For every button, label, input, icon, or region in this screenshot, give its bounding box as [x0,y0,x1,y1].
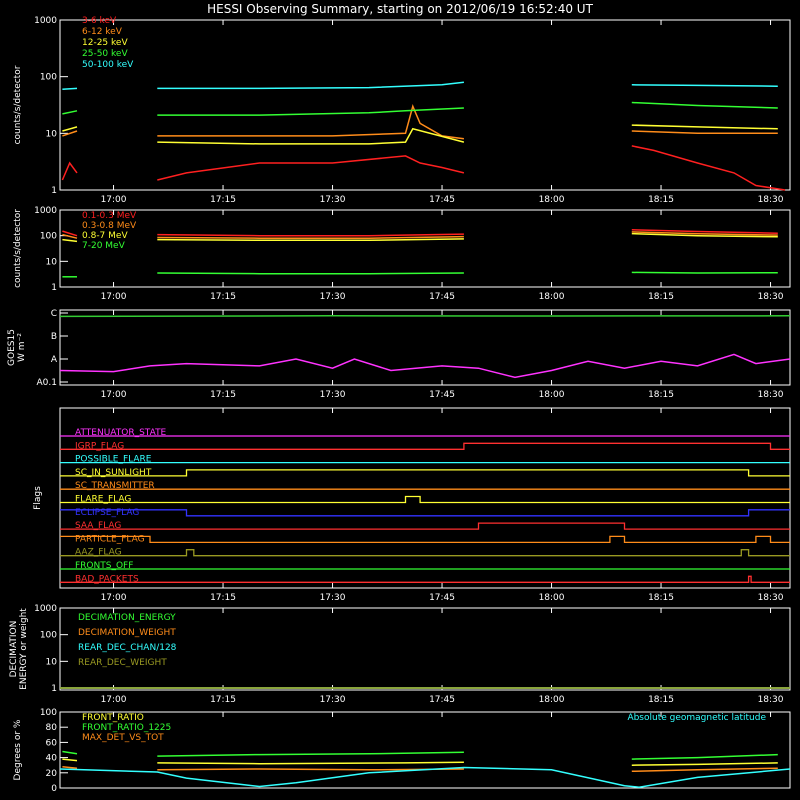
legend-entry: 3-6 keV [82,16,117,26]
y-tick-label: 20 [46,769,58,779]
legend-entry: 12-25 keV [82,38,128,48]
y-tick-label: A0.1 [37,378,57,388]
x-tick-label: 17:00 [101,593,127,603]
y-tick-label: C [51,309,57,319]
x-tick-label: 17:30 [320,593,346,603]
y-axis-label: GOES15 [7,329,17,366]
legend-entry: 0.1-0.3 MeV [82,211,137,221]
x-tick-label: 17:30 [320,292,346,302]
y-axis-label: ENERGY or weight [19,608,29,690]
x-tick-label: 18:15 [648,292,674,302]
legend-entry: FRONT_RATIO_1225 [82,723,171,733]
x-tick-label: 17:00 [101,292,127,302]
y-axis-label: Degrees or % [13,719,23,780]
hessi-summary-figure: HESSI Observing Summary, starting on 201… [0,0,800,800]
series-line-1-3-1 [157,272,464,275]
y-tick-label: 40 [46,754,58,764]
y-tick-label: 10 [46,129,58,139]
x-tick-label: 18:00 [539,593,565,603]
legend-entry: 6-12 keV [82,27,123,37]
x-tick-label: 18:30 [758,292,784,302]
y-axis-label: Flags [33,486,43,510]
figure-title: HESSI Observing Summary, starting on 201… [207,2,593,16]
y-tick-label: 100 [40,708,57,718]
y-tick-label: 10 [46,657,58,667]
x-tick-label: 17:45 [429,695,455,705]
x-tick-label: 18:00 [539,390,565,400]
y-tick-label: 1000 [34,16,57,26]
y-tick-label: 100 [40,631,57,641]
y-tick-label: 100 [40,73,57,83]
x-tick-label: 17:45 [429,593,455,603]
y-axis-label: DECIMATION [9,621,19,678]
x-tick-label: 18:30 [758,593,784,603]
x-tick-label: 18:30 [758,390,784,400]
y-tick-label: 1 [51,186,57,196]
legend-entry: MAX_DET_VS_TOT [82,733,164,743]
y-tick-label: 60 [46,738,58,748]
x-tick-label: 18:30 [758,195,784,205]
y-axis-label: counts/s/detector [13,65,23,144]
legend-entry: FRONT_RATIO [82,713,144,723]
x-tick-label: 17:15 [210,195,236,205]
legend-entry: 7-20 MeV [82,241,126,251]
x-tick-label: 17:45 [429,390,455,400]
x-tick-label: 18:15 [648,195,674,205]
x-tick-label: 17:30 [320,695,346,705]
series-line-0-4-0 [62,87,78,90]
series-line-1-3-2 [631,271,778,274]
x-tick-label: 17:30 [320,390,346,400]
x-tick-label: 17:45 [429,195,455,205]
x-tick-label: 18:00 [539,695,565,705]
figure-background [0,0,800,800]
x-tick-label: 18:00 [539,195,565,205]
x-tick-label: 17:15 [210,390,236,400]
x-tick-label: 17:00 [101,695,127,705]
legend-entry: DECIMATION_ENERGY [78,613,176,623]
legend-entry: REAR_DEC_CHAN/128 [78,643,177,653]
x-tick-label: 18:15 [648,695,674,705]
series-line-2-0-0 [59,315,791,318]
x-tick-label: 18:00 [539,292,565,302]
y-tick-label: 1 [51,283,57,293]
x-tick-label: 17:00 [101,195,127,205]
y-tick-label: 80 [46,723,58,733]
annotation-geomagnetic-latitude: Absolute geomagnetic latitude [627,713,766,723]
y-tick-label: 1 [51,684,57,694]
x-tick-label: 17:30 [320,195,346,205]
legend-entry: 0.8-7 MeV [82,231,128,241]
y-tick-label: A [51,355,58,365]
legend-entry: 25-50 keV [82,49,128,59]
x-tick-label: 17:15 [210,292,236,302]
legend-entry: REAR_DEC_WEIGHT [78,658,167,668]
y-axis-label: counts/s/detector [13,209,23,288]
x-tick-label: 18:15 [648,593,674,603]
x-tick-label: 17:15 [210,593,236,603]
legend-entry: 0.3-0.8 MeV [82,221,137,231]
legend-entry: 50-100 keV [82,60,134,70]
y-axis-label: W m⁻² [17,333,27,362]
x-tick-label: 17:45 [429,292,455,302]
x-tick-label: 17:15 [210,695,236,705]
y-tick-label: 10 [46,257,58,267]
x-tick-label: 17:00 [101,390,127,400]
x-tick-label: 18:15 [648,390,674,400]
y-tick-label: B [51,332,57,342]
y-tick-label: 0 [51,784,57,794]
legend-entry: DECIMATION_WEIGHT [78,628,176,638]
y-tick-label: 100 [40,232,57,242]
y-tick-label: 1000 [34,206,57,216]
y-tick-label: 1000 [34,604,57,614]
x-tick-label: 18:30 [758,695,784,705]
